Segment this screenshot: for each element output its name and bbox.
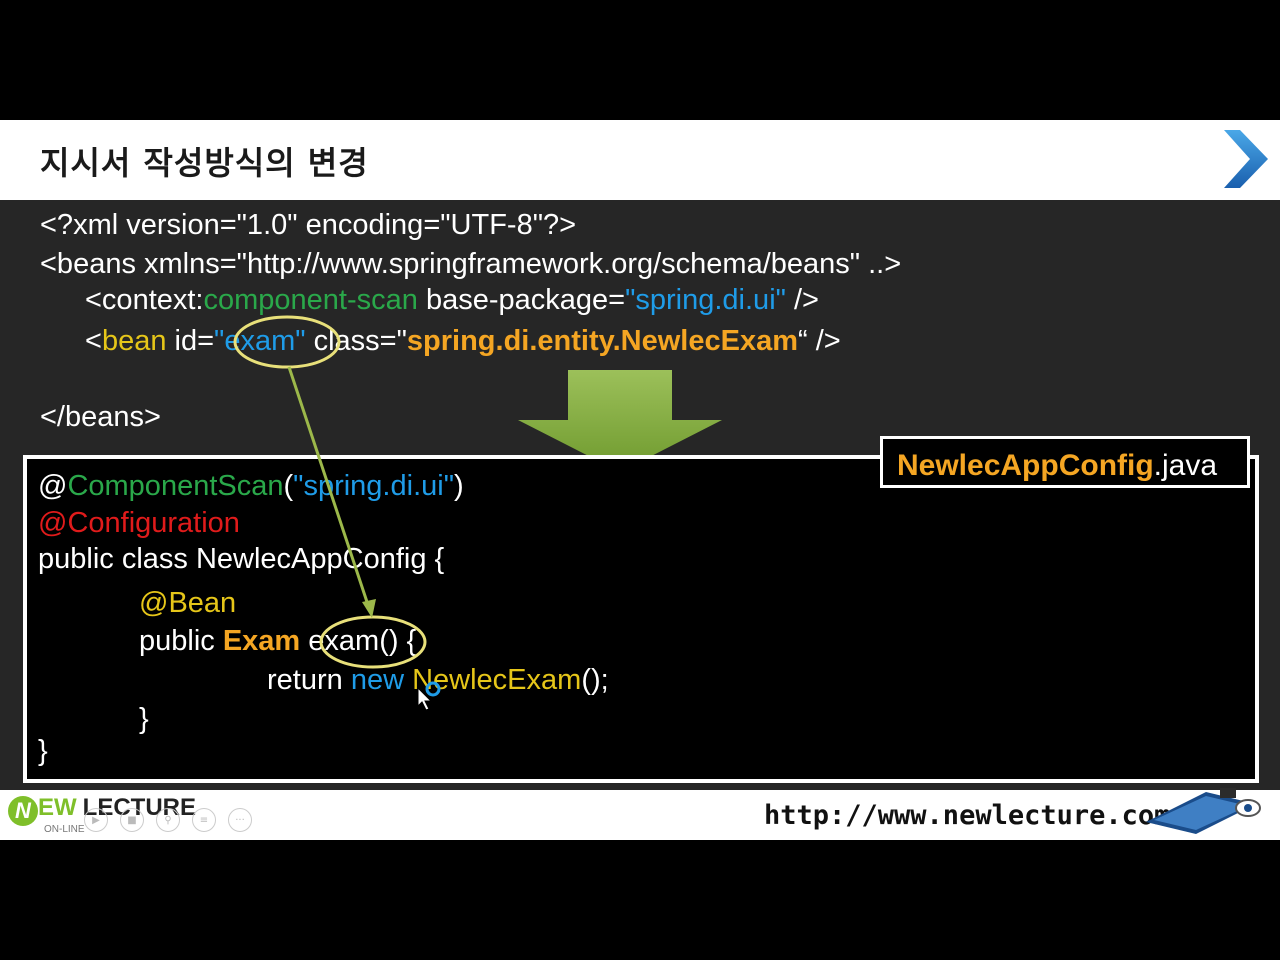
slide-title: 지시서 작성방식의 변경 xyxy=(40,144,369,182)
java-keyword: new xyxy=(350,664,413,696)
xml-attr: class=" xyxy=(305,325,407,357)
java-line-4: @Bean xyxy=(139,587,237,619)
java-line-6: return new NewlecExam(); xyxy=(267,666,609,695)
java-text: return xyxy=(267,664,351,696)
java-text: ) xyxy=(454,470,464,502)
xml-line-1: <?xml version="1.0" encoding="UTF-8"?> xyxy=(40,209,577,241)
xml-line-3: <context:component-scan base-package="sp… xyxy=(85,286,819,315)
file-name-label: NewlecAppConfig.java xyxy=(880,436,1250,488)
xml-text: < xyxy=(85,325,102,357)
stop-icon[interactable]: ■ xyxy=(120,808,144,832)
java-text: public xyxy=(139,625,223,657)
java-annotation: ComponentScan xyxy=(67,470,284,502)
file-name: NewlecAppConfig xyxy=(897,449,1154,482)
xml-attr: base-package= xyxy=(417,284,626,316)
more-icon[interactable]: ··· xyxy=(228,808,252,832)
xml-text: “ /> xyxy=(797,325,841,357)
xml-text: /> xyxy=(785,284,819,316)
play-icon[interactable]: ▶ xyxy=(84,808,108,832)
java-type: Exam xyxy=(222,625,301,657)
xml-value: "spring.di.ui" xyxy=(625,284,786,316)
java-line-2: @Configuration xyxy=(38,507,240,539)
player-controls: ▶ ■ ⚲ ≡ ··· xyxy=(84,808,264,834)
java-text: @ xyxy=(38,470,68,502)
slide-title-bar: 지시서 작성방식의 변경 xyxy=(0,120,1280,200)
slide-footer: N EW LECTURE ON-LINE ▶ ■ ⚲ ≡ ··· http://www.ne… xyxy=(0,788,1280,840)
java-line-7: } xyxy=(139,703,149,735)
logo-subtitle: ON-LINE xyxy=(44,824,85,835)
java-code-box xyxy=(23,455,1259,783)
java-text: (); xyxy=(581,664,609,696)
java-line-8: } xyxy=(38,735,48,767)
java-text: ( xyxy=(283,470,294,502)
zoom-icon[interactable]: ⚲ xyxy=(156,808,180,832)
xml-line-2: <beans xmlns="http://www.springframework… xyxy=(40,248,902,280)
java-line-5: public Exam exam() { xyxy=(139,627,416,656)
laptop-decoration-icon xyxy=(1146,788,1261,834)
java-class: NewlecExam xyxy=(412,664,582,696)
java-text: exam() { xyxy=(300,625,417,657)
xml-tag: component-scan xyxy=(203,284,418,316)
site-url: http://www.newlecture.com xyxy=(764,800,1171,831)
logo-n: N xyxy=(8,796,38,826)
java-line-3: public class NewlecAppConfig { xyxy=(38,543,445,575)
xml-tag: bean xyxy=(101,325,167,357)
chevron-right-icon[interactable] xyxy=(1220,128,1270,190)
java-line-1: @ComponentScan("spring.di.ui") xyxy=(38,472,464,501)
xml-line-4: <bean id="exam" class="spring.di.entity.… xyxy=(85,327,841,356)
java-string: "spring.di.ui" xyxy=(293,470,454,502)
xml-value: "exam" xyxy=(214,325,306,357)
xml-text: <context: xyxy=(85,284,204,316)
menu-icon[interactable]: ≡ xyxy=(192,808,216,832)
file-ext: .java xyxy=(1153,449,1218,482)
logo-ew: EW xyxy=(38,794,77,821)
xml-value: spring.di.entity.NewlecExam xyxy=(406,325,798,357)
xml-attr: id= xyxy=(166,325,215,357)
xml-line-5: </beans> xyxy=(40,401,161,433)
